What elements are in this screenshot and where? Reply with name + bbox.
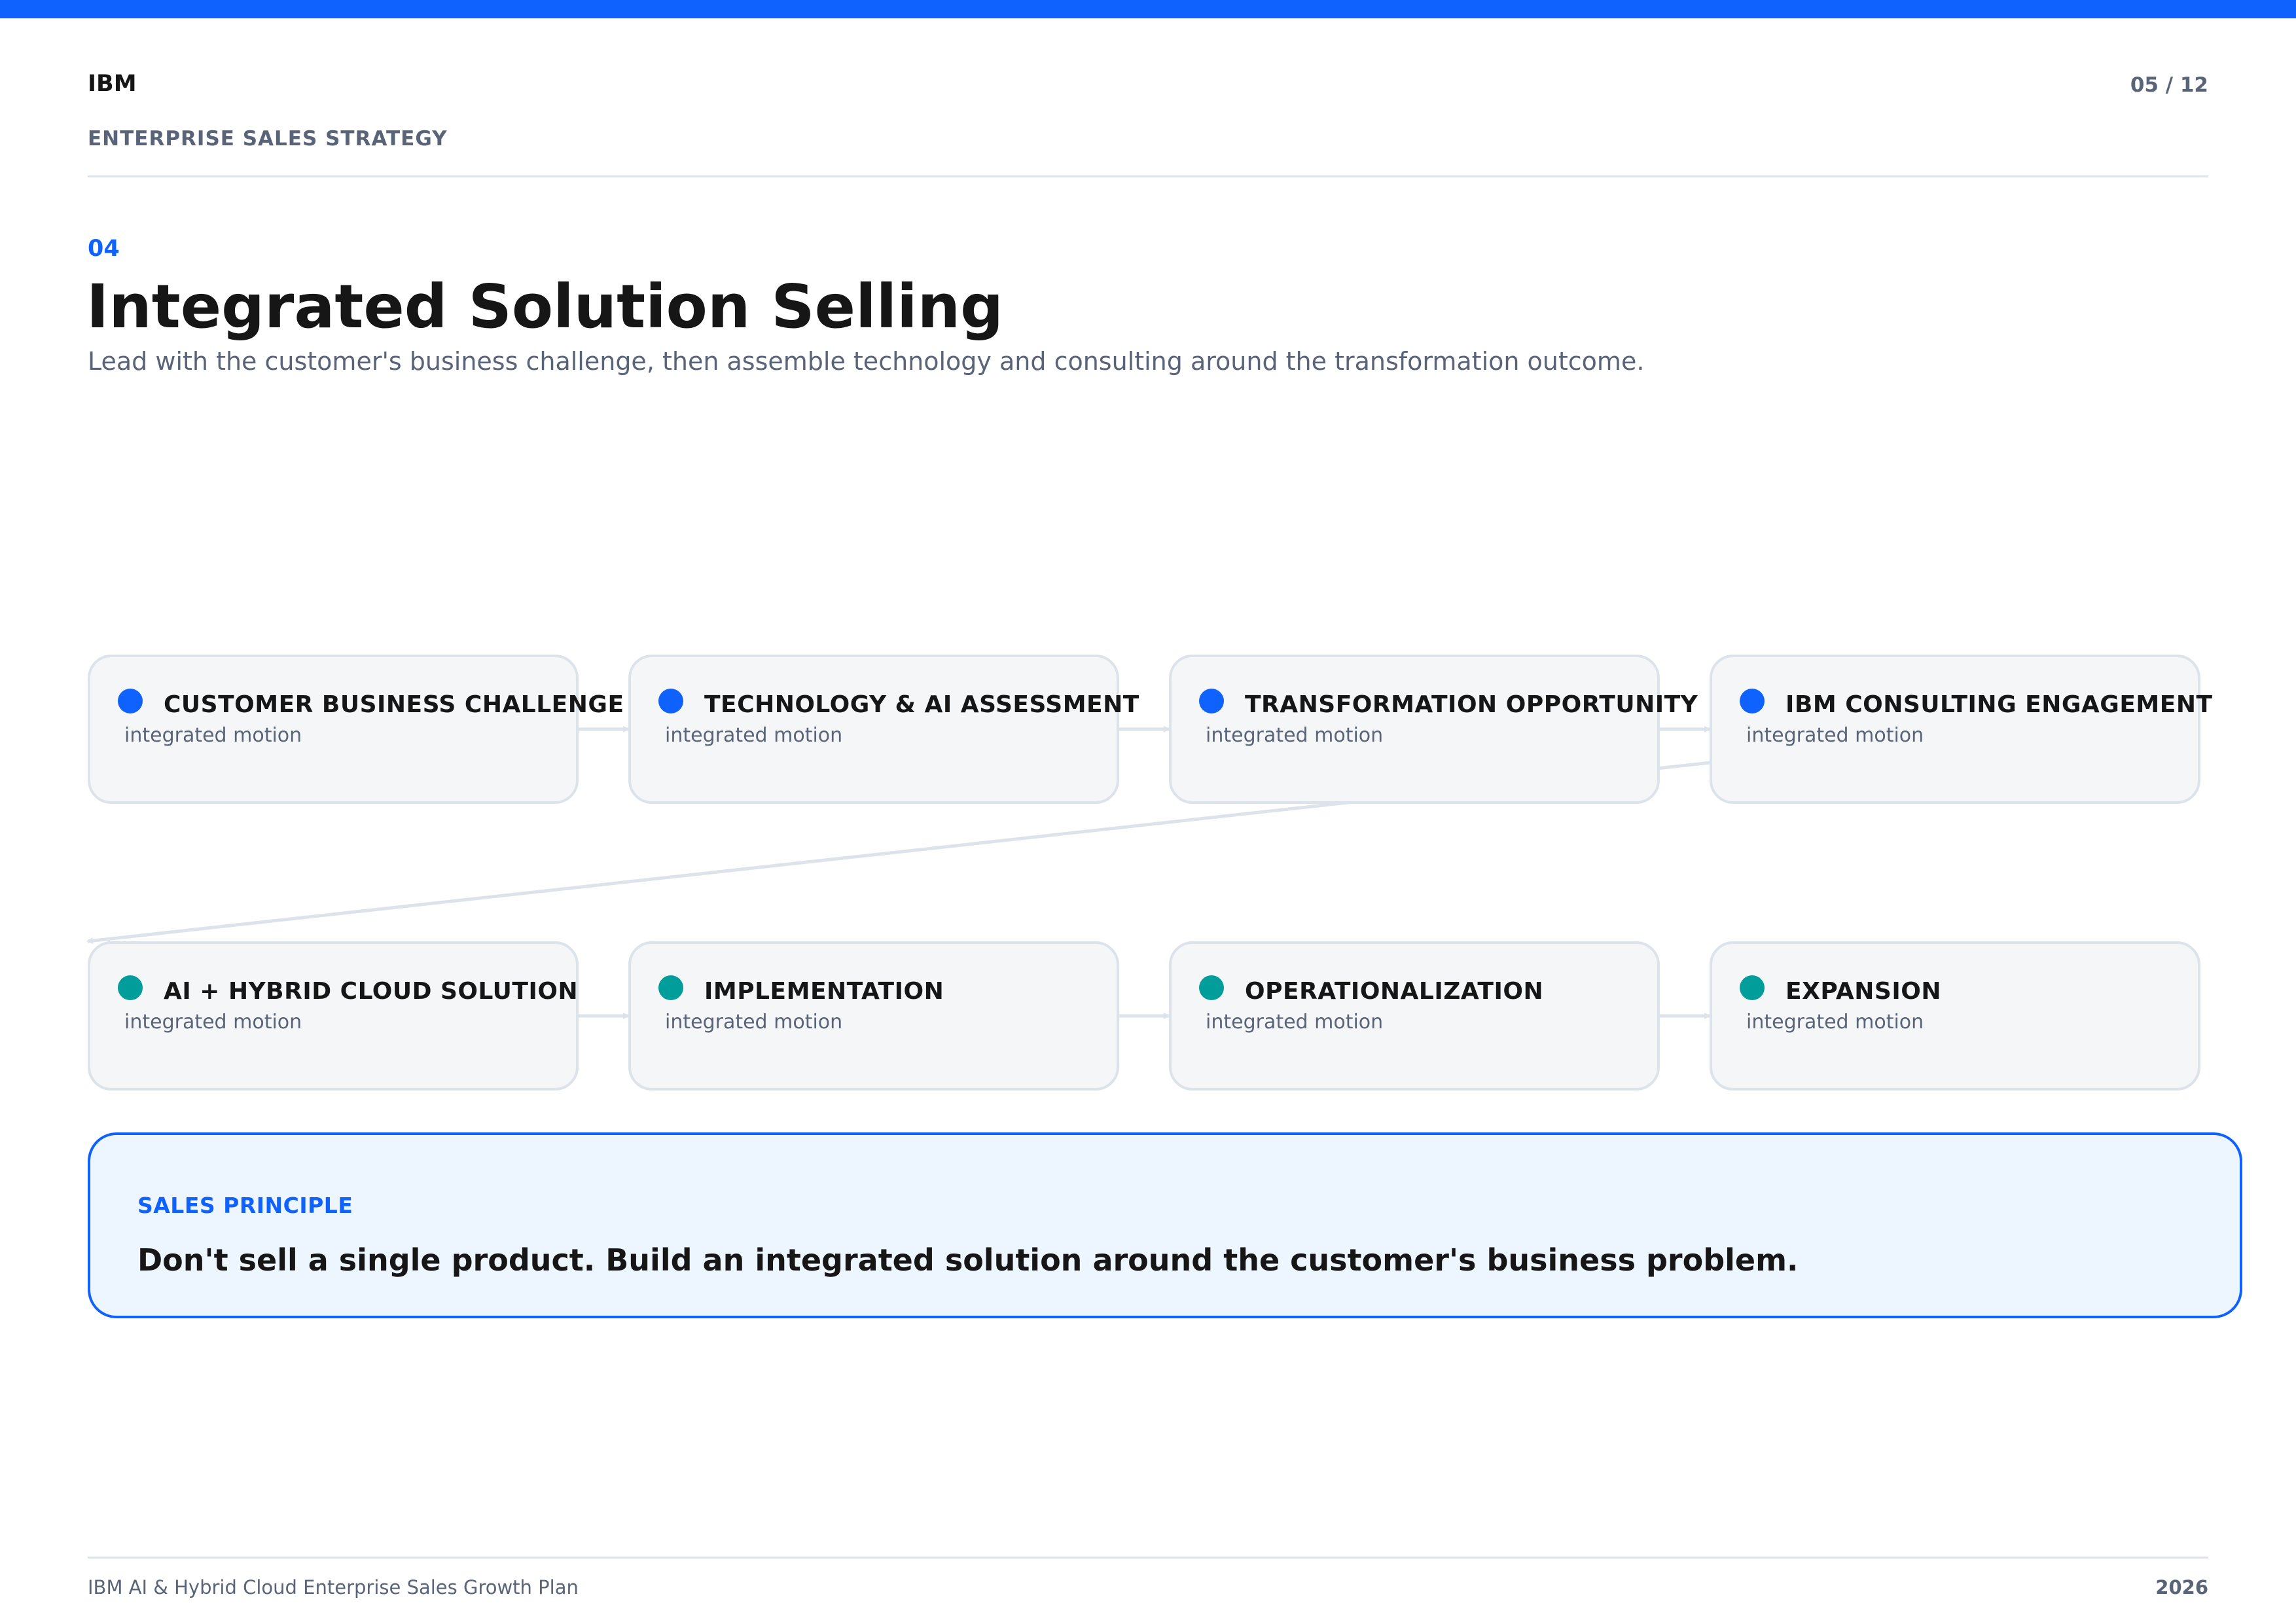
flow-step-ai-hybrid-cloud-solution: AI + HYBRID CLOUD SOLUTION integrated mo… (88, 941, 579, 1091)
step-dot-icon (1740, 689, 1765, 713)
step-label: TRANSFORMATION OPPORTUNITY (1245, 691, 1698, 718)
step-desc: integrated motion (124, 724, 302, 747)
step-dot-icon (1199, 975, 1224, 1000)
step-desc: integrated motion (1746, 724, 1924, 747)
step-label: EXPANSION (1785, 978, 1941, 1005)
step-dot-icon (118, 975, 143, 1000)
page-subtitle: Lead with the customer's business challe… (88, 347, 1645, 376)
footer-title: IBM AI & Hybrid Cloud Enterprise Sales G… (88, 1576, 579, 1598)
flow-connectors (86, 726, 2015, 1019)
principle-label: SALES PRINCIPLE (137, 1193, 353, 1218)
step-desc: integrated motion (665, 724, 843, 747)
page-indicator: 05 / 12 (2130, 73, 2208, 97)
step-label: IBM CONSULTING ENGAGEMENT (1785, 691, 2213, 718)
step-label: AI + HYBRID CLOUD SOLUTION (164, 978, 579, 1005)
deck-subtitle: ENTERPRISE SALES STRATEGY (88, 127, 448, 151)
step-desc: integrated motion (1206, 724, 1384, 747)
step-dot-icon (1740, 975, 1765, 1000)
flow-step-transformation-opportunity: TRANSFORMATION OPPORTUNITY integrated mo… (1169, 655, 1698, 804)
flow-step-technology-ai-assessment: TECHNOLOGY & AI ASSESSMENT integrated mo… (628, 655, 1139, 804)
step-label: TECHNOLOGY & AI ASSESSMENT (704, 691, 1139, 718)
page-title: Integrated Solution Selling (86, 272, 1004, 342)
step-dot-icon (1199, 689, 1224, 713)
flow-step-ibm-consulting-engagement: IBM CONSULTING ENGAGEMENT integrated mot… (1710, 655, 2212, 804)
flow-step-customer-business-challenge: CUSTOMER BUSINESS CHALLENGE integrated m… (88, 655, 624, 804)
top-accent-bar (0, 0, 2296, 18)
footer-year: 2026 (2155, 1576, 2208, 1598)
step-desc: integrated motion (1206, 1011, 1384, 1034)
flow-step-operationalization: OPERATIONALIZATION integrated motion (1169, 941, 1660, 1091)
step-dot-icon (118, 689, 143, 713)
step-label: CUSTOMER BUSINESS CHALLENGE (164, 691, 624, 718)
flow-step-implementation: IMPLEMENTATION integrated motion (628, 941, 1119, 1091)
sales-principle-callout: SALES PRINCIPLE Don't sell a single prod… (88, 1132, 2242, 1318)
header-divider (88, 175, 2208, 177)
flow-step-expansion: EXPANSION integrated motion (1710, 941, 2200, 1091)
brand-logo-text: IBM (88, 71, 137, 97)
step-desc: integrated motion (124, 1011, 302, 1034)
footer-divider (88, 1557, 2208, 1559)
step-desc: integrated motion (665, 1011, 843, 1034)
step-label: OPERATIONALIZATION (1245, 978, 1544, 1005)
section-number: 04 (88, 236, 120, 262)
principle-text: Don't sell a single product. Build an in… (137, 1242, 1799, 1278)
step-label: IMPLEMENTATION (704, 978, 944, 1005)
step-desc: integrated motion (1746, 1011, 1924, 1034)
step-dot-icon (658, 975, 683, 1000)
step-dot-icon (658, 689, 683, 713)
